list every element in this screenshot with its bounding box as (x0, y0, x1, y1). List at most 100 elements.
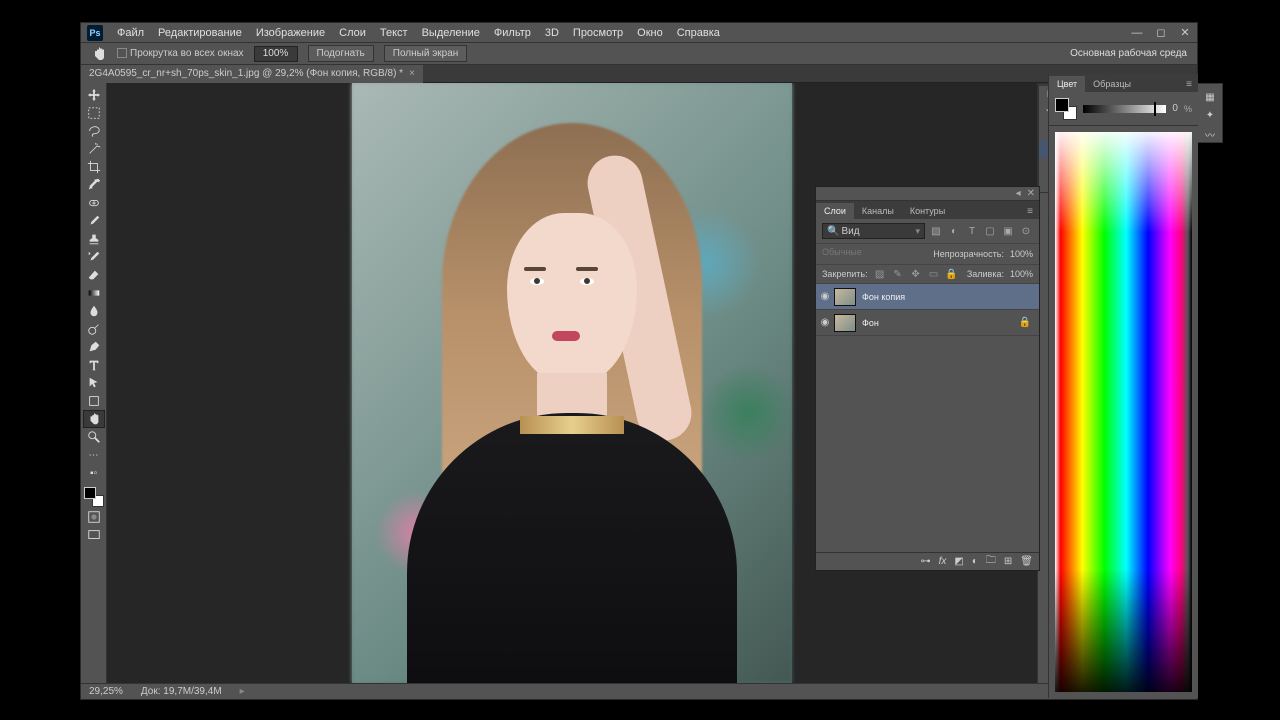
layer-row-background[interactable]: ◉ Фон 🔒 (816, 310, 1039, 336)
lock-paint-icon[interactable]: ✎ (892, 268, 904, 280)
layers-tab[interactable]: Слои (816, 203, 854, 219)
menu-file[interactable]: Файл (117, 27, 144, 39)
shape-tool-icon[interactable] (84, 393, 104, 409)
foreground-color[interactable] (84, 487, 96, 499)
dodge-tool-icon[interactable] (84, 321, 104, 337)
adjustments-icon[interactable]: ✦ (1202, 109, 1218, 124)
color-panel: Цвет Образцы ≡ 0 % (1048, 74, 1198, 698)
delete-layer-icon[interactable]: 🗑 (1020, 556, 1033, 567)
color-chips[interactable] (1055, 98, 1077, 120)
menu-text[interactable]: Текст (380, 27, 408, 39)
zoom-level-field[interactable]: 100% (254, 46, 298, 62)
fit-screen-button[interactable]: Подогнать (308, 45, 374, 62)
lasso-tool-icon[interactable] (84, 123, 104, 139)
eyedropper-tool-icon[interactable] (84, 177, 104, 193)
marquee-tool-icon[interactable] (84, 105, 104, 121)
type-tool-icon[interactable] (84, 357, 104, 373)
gradient-tool-icon[interactable] (84, 285, 104, 301)
stamp-tool-icon[interactable] (84, 231, 104, 247)
path-selection-tool-icon[interactable] (84, 375, 104, 391)
maximize-button[interactable]: ◻ (1149, 25, 1173, 41)
screen-mode-icon[interactable] (84, 527, 104, 543)
close-tab-icon[interactable]: × (409, 68, 415, 79)
adjustment-layer-icon[interactable]: ◐ (972, 556, 978, 567)
brightness-slider[interactable] (1083, 105, 1166, 113)
filter-shape-icon[interactable]: ▢ (983, 224, 997, 238)
panel-close-icon[interactable]: ✕ (1027, 188, 1035, 199)
fg-chip[interactable] (1055, 98, 1069, 112)
document-tab[interactable]: 2G4A0595_cr_nr+sh_70ps_skin_1.jpg @ 29,2… (81, 65, 423, 83)
crop-tool-icon[interactable] (84, 159, 104, 175)
scroll-all-checkbox[interactable]: Прокрутка во всех окнах (117, 48, 244, 59)
fullscreen-button[interactable]: Полный экран (384, 45, 468, 62)
link-layers-icon[interactable]: ⊶ (921, 556, 931, 567)
status-more-icon[interactable]: ▸ (240, 686, 245, 697)
menu-filter[interactable]: Фильтр (494, 27, 531, 39)
lock-position-icon[interactable]: ✥ (910, 268, 922, 280)
paths-tab[interactable]: Контуры (902, 203, 953, 219)
hand-tool[interactable] (84, 411, 104, 427)
edit-toolbar-icon[interactable]: ▪▫ (84, 465, 104, 481)
layers-panel: ◂ ✕ Слои Каналы Контуры ≡ 🔍Вид ▧ ◐ T ▢ ▣… (815, 186, 1040, 571)
menu-edit[interactable]: Редактирование (158, 27, 242, 39)
status-doc-info[interactable]: Док: 19,7M/39,4M (141, 686, 222, 697)
blend-mode-select[interactable]: Обычные (822, 247, 892, 261)
layer-fx-icon[interactable]: fx (939, 556, 947, 567)
history-brush-tool-icon[interactable] (84, 249, 104, 265)
color-tab[interactable]: Цвет (1049, 76, 1085, 92)
layers-panel-titlebar[interactable]: ◂ ✕ (816, 187, 1039, 201)
move-tool-icon[interactable] (84, 87, 104, 103)
window-controls: — ◻ ✕ (1125, 25, 1197, 41)
minimize-button[interactable]: — (1125, 25, 1149, 41)
filter-pixel-icon[interactable]: ▧ (929, 224, 943, 238)
menu-3d[interactable]: 3D (545, 27, 559, 39)
spectrum-picker[interactable] (1055, 132, 1192, 692)
close-button[interactable]: ✕ (1173, 25, 1197, 41)
eraser-tool-icon[interactable] (84, 267, 104, 283)
status-zoom[interactable]: 29,25% (89, 686, 123, 697)
slider-value[interactable]: 0 (1172, 103, 1178, 114)
panel-collapse-icon[interactable]: ◂ (1016, 188, 1021, 199)
brush-tool-icon[interactable] (84, 213, 104, 229)
document-canvas[interactable] (352, 83, 792, 683)
menu-layers[interactable]: Слои (339, 27, 366, 39)
filter-toggle-icon[interactable]: ⊙ (1019, 224, 1033, 238)
group-icon[interactable]: 🗀 (986, 553, 996, 570)
layers-panel-menu-icon[interactable]: ≡ (1021, 204, 1039, 219)
filter-type-icon[interactable]: T (965, 224, 979, 238)
menu-window[interactable]: Окно (637, 27, 663, 39)
quick-mask-icon[interactable] (84, 509, 104, 525)
menu-help[interactable]: Справка (677, 27, 720, 39)
color-swatches[interactable] (84, 487, 104, 507)
menu-view[interactable]: Просмотр (573, 27, 623, 39)
channels-tab[interactable]: Каналы (854, 203, 902, 219)
workspace-switcher[interactable]: Основная рабочая среда (1070, 48, 1187, 59)
layer-mask-icon[interactable]: ◩ (954, 556, 963, 567)
blur-tool-icon[interactable] (84, 303, 104, 319)
layer-row-copy[interactable]: ◉ Фон копия (816, 284, 1039, 310)
visibility-toggle[interactable]: ◉ (816, 317, 834, 328)
fill-value[interactable]: 100% (1010, 269, 1033, 279)
layer-filter-kind[interactable]: 🔍Вид (822, 223, 925, 239)
more-tools-icon[interactable]: ⋯ (84, 447, 104, 463)
menu-select[interactable]: Выделение (422, 27, 480, 39)
libraries-icon[interactable]: ▦ (1202, 90, 1218, 105)
menu-image[interactable]: Изображение (256, 27, 325, 39)
lock-all-icon[interactable]: 🔒 (946, 268, 958, 280)
color-panel-menu-icon[interactable]: ≡ (1180, 77, 1198, 92)
filter-smart-icon[interactable]: ▣ (1001, 224, 1015, 238)
layer-name[interactable]: Фон (862, 318, 879, 328)
opacity-value[interactable]: 100% (1010, 249, 1033, 259)
lock-transparent-icon[interactable]: ▨ (874, 268, 886, 280)
visibility-toggle[interactable]: ◉ (816, 291, 834, 302)
filter-adjust-icon[interactable]: ◐ (947, 224, 961, 238)
layer-name[interactable]: Фон копия (862, 292, 905, 302)
zoom-tool-icon[interactable] (84, 429, 104, 445)
magic-wand-tool-icon[interactable] (84, 141, 104, 157)
healing-brush-tool-icon[interactable] (84, 195, 104, 211)
lock-artboard-icon[interactable]: ▭ (928, 268, 940, 280)
new-layer-icon[interactable]: ⊞ (1004, 556, 1012, 567)
pen-tool-icon[interactable] (84, 339, 104, 355)
styles-icon[interactable]: 〰 (1202, 127, 1218, 142)
swatches-tab[interactable]: Образцы (1085, 76, 1139, 92)
